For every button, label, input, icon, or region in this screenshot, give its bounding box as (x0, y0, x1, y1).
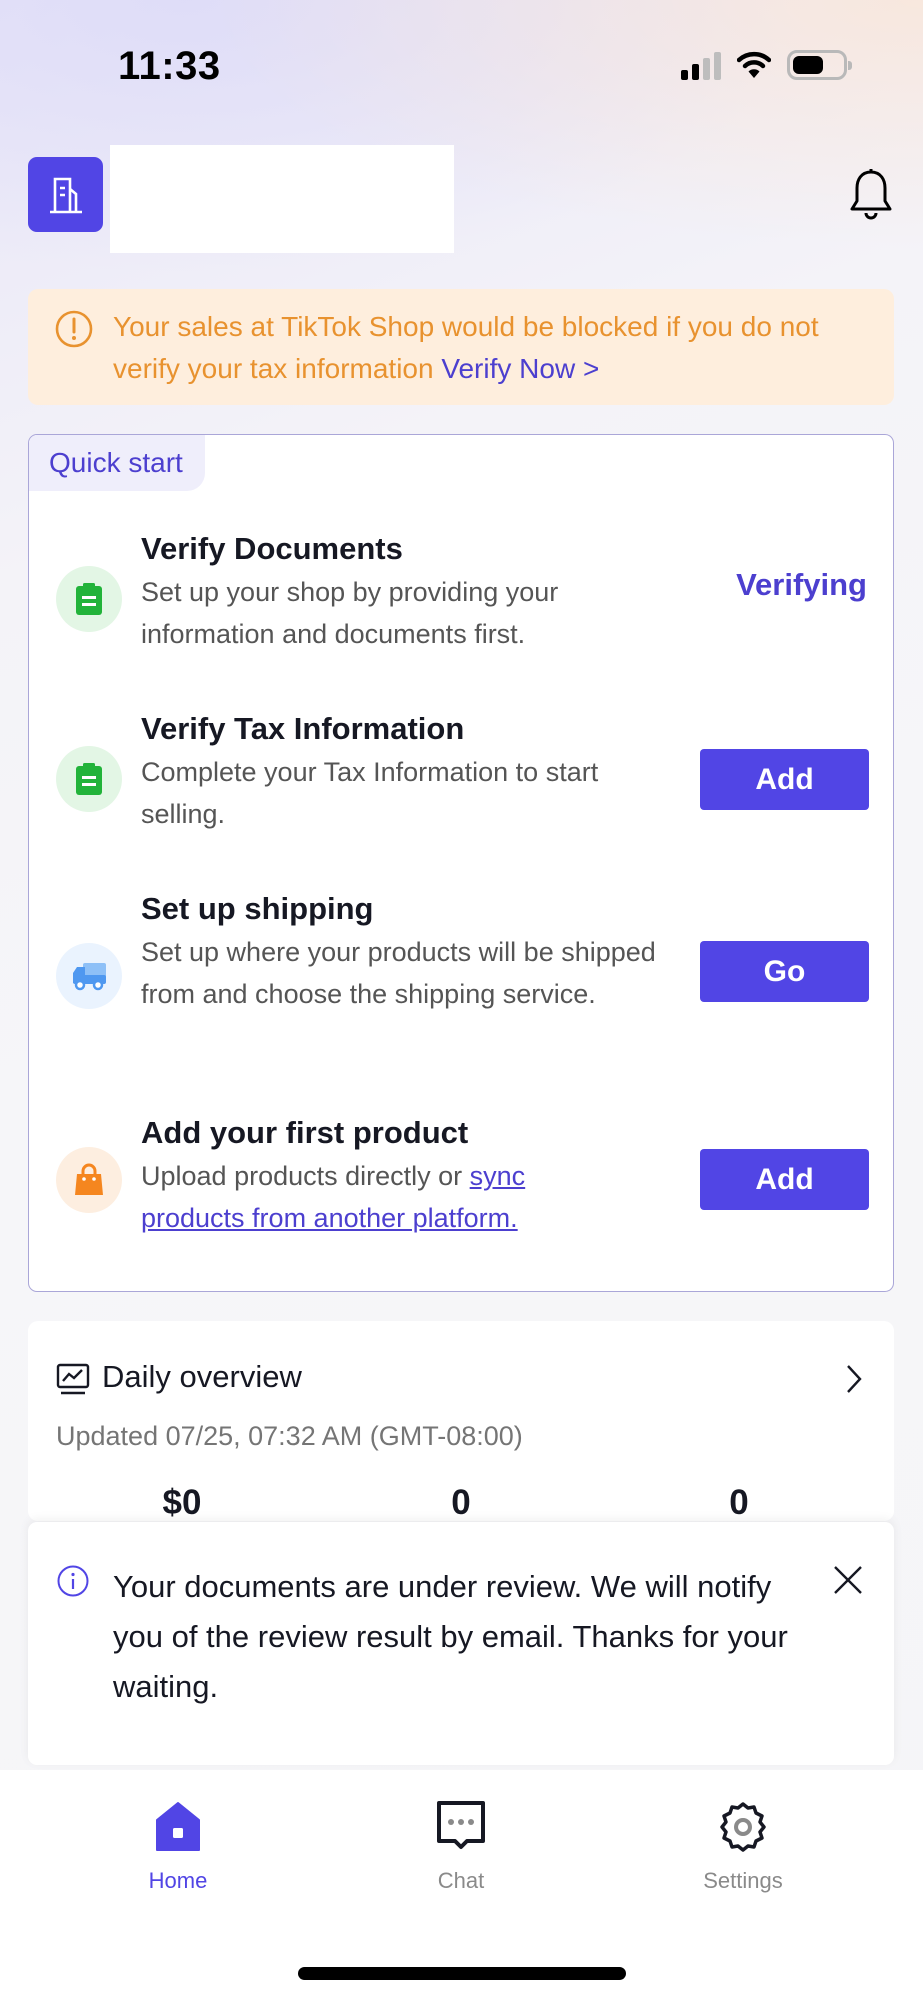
tab-chat[interactable]: Chat (381, 1800, 541, 1894)
task-title: Set up shipping (141, 891, 374, 926)
metric-visitors: 0 (729, 1483, 749, 1522)
tab-label: Chat (437, 1868, 485, 1893)
task-title: Verify Documents (141, 531, 403, 566)
bell-icon[interactable] (847, 167, 895, 222)
quick-start-card: Quick start Verify Documents Set up your… (28, 434, 894, 1292)
tab-home[interactable]: Home (98, 1800, 258, 1894)
info-circle-icon (57, 1565, 89, 1597)
metric-orders: 0 (451, 1483, 471, 1522)
chat-icon (437, 1801, 485, 1849)
home-icon (156, 1802, 200, 1851)
task-icon-wrap (56, 1147, 122, 1213)
status-icons (681, 50, 852, 80)
task-description: Set up your shop by providing your infor… (141, 577, 559, 649)
metric-sales: $0 (162, 1483, 202, 1522)
task-title: Add your first product (141, 1115, 469, 1150)
tab-label: Settings (703, 1868, 783, 1893)
chevron-right-icon[interactable] (844, 1363, 864, 1395)
shop-name (110, 145, 454, 253)
updated-timestamp: Updated 07/25, 07:32 AM (GMT-08:00) (56, 1421, 523, 1451)
verifying-status: Verifying (736, 567, 867, 602)
daily-overview-title: Daily overview (102, 1359, 302, 1394)
header (28, 145, 895, 255)
task-icon-wrap (56, 943, 122, 1009)
quick-start-label: Quick start (29, 435, 205, 491)
battery-icon (787, 50, 852, 80)
add-tax-info-button[interactable]: Add (700, 749, 869, 810)
verify-now-link[interactable]: Verify Now > (441, 353, 599, 384)
building-icon (49, 177, 82, 213)
shopping-bag-icon (75, 1163, 103, 1195)
status-bar: 11:33 (0, 0, 923, 110)
wifi-icon (737, 51, 771, 78)
review-toast: Your documents are under review. We will… (28, 1522, 894, 1765)
task-title: Verify Tax Information (141, 711, 465, 746)
tax-warning-banner: Your sales at TikTok Shop would be block… (28, 289, 894, 405)
task-description: Upload products directly or sync product… (141, 1155, 601, 1239)
gear-icon (720, 1802, 766, 1852)
close-toast-button[interactable] (832, 1564, 864, 1596)
shop-logo[interactable] (28, 157, 103, 232)
description-text: Upload products directly or (141, 1161, 470, 1191)
go-shipping-button[interactable]: Go (700, 941, 869, 1002)
tab-settings[interactable]: Settings (663, 1800, 823, 1894)
cellular-signal-icon (681, 50, 721, 80)
truck-icon (73, 963, 106, 991)
task-icon-wrap (56, 566, 122, 632)
tab-label: Home (148, 1868, 208, 1893)
bottom-tab-bar: Home Chat Settings (0, 1770, 923, 1999)
clipboard-icon (76, 583, 102, 615)
exclamation-circle-icon (55, 310, 93, 348)
clipboard-icon (76, 763, 102, 795)
add-product-button[interactable]: Add (700, 1149, 869, 1210)
daily-overview-card[interactable]: Daily overview Updated 07/25, 07:32 AM (… (28, 1321, 894, 1522)
home-indicator[interactable] (298, 1967, 626, 1980)
status-time: 11:33 (118, 44, 221, 88)
task-description: Set up where your products will be shipp… (141, 937, 656, 1009)
task-icon-wrap (56, 746, 122, 812)
chart-monitor-icon (56, 1363, 90, 1395)
task-description: Complete your Tax Information to start s… (141, 757, 599, 829)
warning-message: Your sales at TikTok Shop would be block… (113, 306, 864, 390)
close-icon (834, 1566, 862, 1594)
toast-message: Your documents are under review. We will… (113, 1569, 788, 1704)
